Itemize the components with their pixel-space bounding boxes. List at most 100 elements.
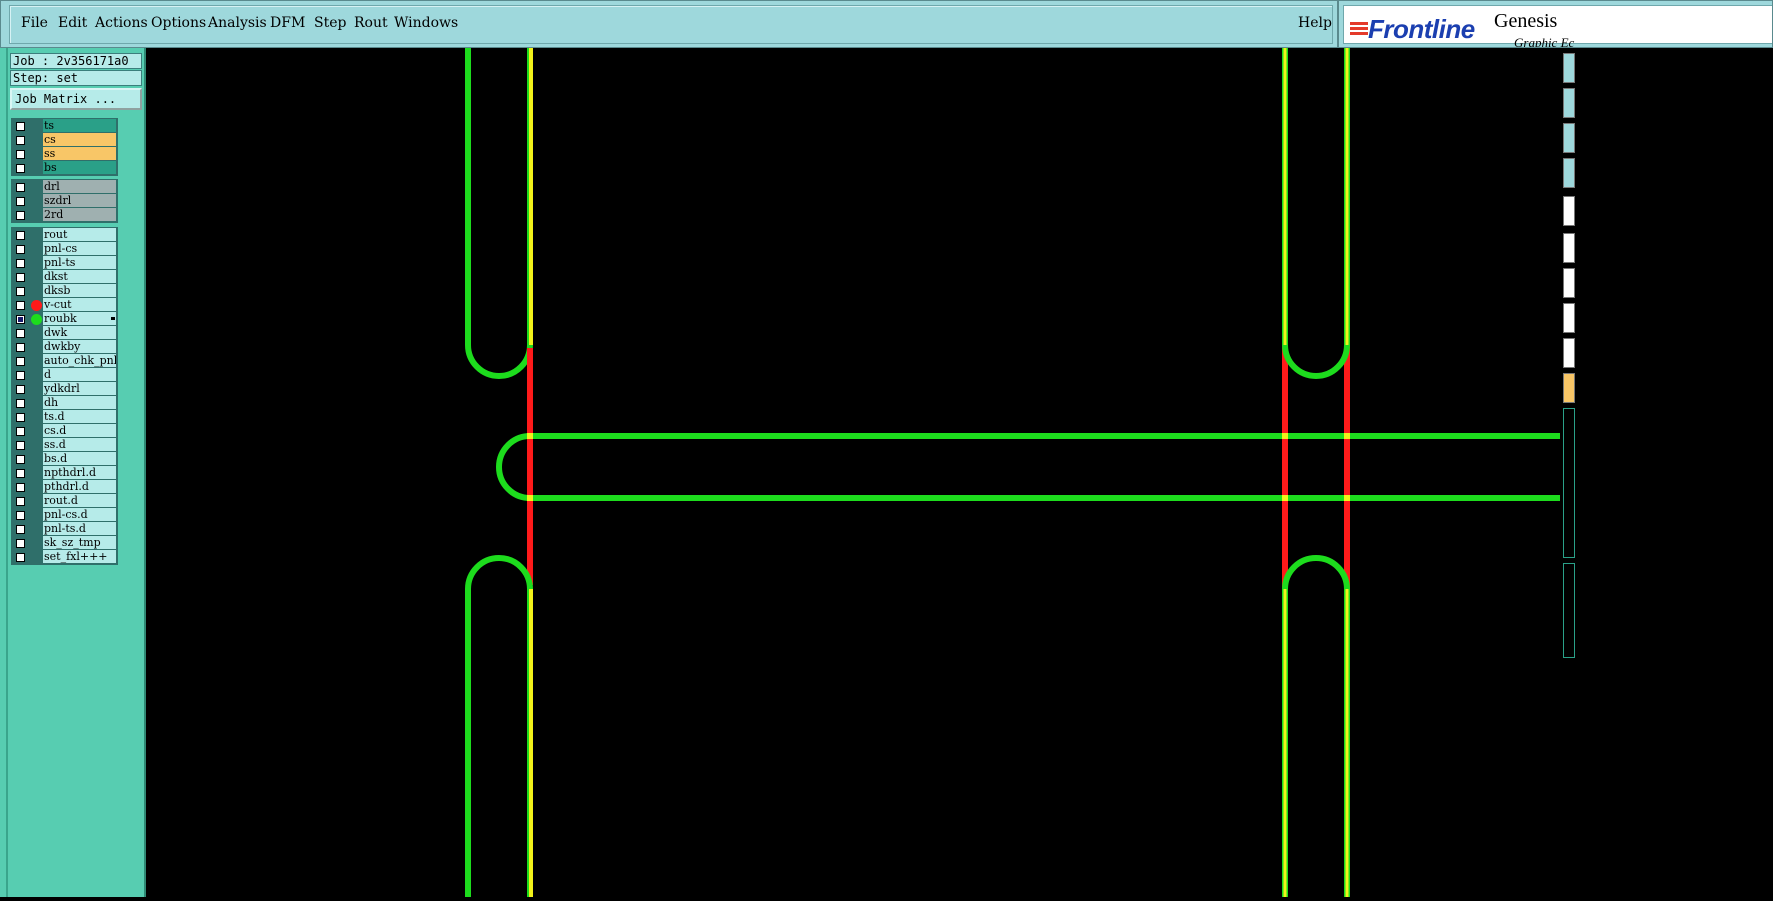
layer-checkbox[interactable] — [16, 483, 25, 492]
layer-row[interactable]: sk_sz_tmp — [12, 536, 117, 550]
layer-checkbox[interactable] — [16, 441, 25, 450]
toolbar-button[interactable] — [1563, 123, 1575, 153]
layer-row[interactable]: dwkby — [12, 340, 117, 354]
graphic-canvas[interactable] — [146, 48, 1560, 897]
layer-row[interactable]: roubk — [12, 312, 117, 326]
layer-name[interactable]: ss — [43, 147, 116, 160]
layer-checkbox[interactable] — [16, 511, 25, 520]
toolbar-button[interactable] — [1563, 338, 1575, 368]
layer-name[interactable]: roubk — [43, 312, 116, 325]
layer-name[interactable]: 2rd — [43, 208, 116, 221]
layer-row[interactable]: bs — [12, 161, 117, 175]
menu-actions[interactable]: Actions — [95, 15, 148, 31]
layer-checkbox[interactable] — [16, 399, 25, 408]
layer-checkbox[interactable] — [16, 259, 25, 268]
menu-windows[interactable]: Windows — [394, 15, 458, 31]
layer-row[interactable]: pnl-ts.d — [12, 522, 117, 536]
layer-row[interactable]: cs — [12, 133, 117, 147]
layer-checkbox[interactable] — [16, 525, 25, 534]
layer-row[interactable]: dh — [12, 396, 117, 410]
toolbar-button[interactable] — [1563, 373, 1575, 403]
layer-name[interactable]: dkst — [43, 270, 116, 283]
layer-checkbox[interactable] — [16, 273, 25, 282]
layer-checkbox[interactable] — [16, 136, 25, 145]
layer-name[interactable]: pnl-cs — [43, 242, 116, 255]
toolbar-button[interactable] — [1563, 268, 1575, 298]
layer-name[interactable]: drl — [43, 180, 116, 193]
layer-name[interactable]: set_fxl+++ — [43, 550, 116, 563]
menu-file[interactable]: File — [21, 15, 48, 31]
layer-name[interactable]: dwkby — [43, 340, 116, 353]
layer-row[interactable]: ss.d — [12, 438, 117, 452]
layer-row[interactable]: drl — [12, 180, 117, 194]
layer-checkbox[interactable] — [16, 427, 25, 436]
layer-checkbox[interactable] — [16, 413, 25, 422]
layer-checkbox[interactable] — [16, 245, 25, 254]
menu-options[interactable]: Options — [151, 15, 206, 31]
layer-row[interactable]: dksb — [12, 284, 117, 298]
job-name-field[interactable]: Job : 2v356171a0 — [10, 53, 142, 69]
layer-checkbox[interactable] — [16, 455, 25, 464]
layer-row[interactable]: v-cut — [12, 298, 117, 312]
layer-row[interactable]: pnl-ts — [12, 256, 117, 270]
step-name-field[interactable]: Step: set — [10, 70, 142, 86]
layer-name[interactable]: bs.d — [43, 452, 116, 465]
toolbar-button[interactable] — [1563, 196, 1575, 226]
layer-checkbox[interactable] — [16, 357, 25, 366]
layer-name[interactable]: rout.d — [43, 494, 116, 507]
toolbar-button[interactable] — [1563, 53, 1575, 83]
layer-checkbox[interactable] — [16, 197, 25, 206]
layer-checkbox[interactable] — [16, 385, 25, 394]
layer-name[interactable]: sk_sz_tmp — [43, 536, 116, 549]
layer-checkbox[interactable] — [16, 315, 25, 324]
layer-name[interactable]: cs.d — [43, 424, 116, 437]
menu-step[interactable]: Step — [314, 15, 346, 31]
layer-name[interactable]: ts — [43, 119, 116, 132]
layer-name[interactable]: ydkdrl — [43, 382, 116, 395]
layer-checkbox[interactable] — [16, 231, 25, 240]
menu-dfm[interactable]: DFM — [270, 15, 305, 31]
layer-checkbox[interactable] — [16, 211, 25, 220]
layer-name[interactable]: pnl-ts.d — [43, 522, 116, 535]
layer-checkbox[interactable] — [16, 469, 25, 478]
layer-row[interactable]: auto_chk_pnl — [12, 354, 117, 368]
toolbar-button[interactable] — [1563, 233, 1575, 263]
layer-checkbox[interactable] — [16, 301, 25, 310]
layer-name[interactable]: pnl-ts — [43, 256, 116, 269]
layer-checkbox[interactable] — [16, 287, 25, 296]
layer-row[interactable]: pnl-cs — [12, 242, 117, 256]
layer-row[interactable]: dkst — [12, 270, 117, 284]
layer-checkbox[interactable] — [16, 329, 25, 338]
layer-name[interactable]: npthdrl.d — [43, 466, 116, 479]
job-matrix-button[interactable]: Job Matrix ... — [10, 88, 142, 110]
layer-name[interactable]: dh — [43, 396, 116, 409]
menu-analysis[interactable]: Analysis — [208, 15, 267, 31]
toolbar-button[interactable] — [1563, 88, 1575, 118]
layer-row[interactable]: szdrl — [12, 194, 117, 208]
layer-row[interactable]: bs.d — [12, 452, 117, 466]
layer-checkbox[interactable] — [16, 497, 25, 506]
toolbar-button[interactable] — [1563, 303, 1575, 333]
layer-row[interactable]: d — [12, 368, 117, 382]
layer-checkbox[interactable] — [16, 343, 25, 352]
layer-row[interactable]: pthdrl.d — [12, 480, 117, 494]
layer-name[interactable]: szdrl — [43, 194, 116, 207]
layer-name[interactable]: d — [43, 368, 116, 381]
layer-row[interactable]: npthdrl.d — [12, 466, 117, 480]
layer-checkbox[interactable] — [16, 150, 25, 159]
layer-name[interactable]: ss.d — [43, 438, 116, 451]
layer-name[interactable]: rout — [43, 228, 116, 241]
layer-name[interactable]: bs — [43, 161, 116, 174]
layer-row[interactable]: cs.d — [12, 424, 117, 438]
layer-row[interactable]: ss — [12, 147, 117, 161]
toolbar-button[interactable] — [1563, 158, 1575, 188]
menu-rout[interactable]: Rout — [354, 15, 388, 31]
layer-row[interactable]: rout.d — [12, 494, 117, 508]
layer-name[interactable]: dwk — [43, 326, 116, 339]
layer-checkbox[interactable] — [16, 183, 25, 192]
layer-checkbox[interactable] — [16, 553, 25, 562]
layer-checkbox[interactable] — [16, 122, 25, 131]
layer-row[interactable]: set_fxl+++ — [12, 550, 117, 564]
layer-name[interactable]: v-cut — [43, 298, 116, 311]
layer-name[interactable]: ts.d — [43, 410, 116, 423]
